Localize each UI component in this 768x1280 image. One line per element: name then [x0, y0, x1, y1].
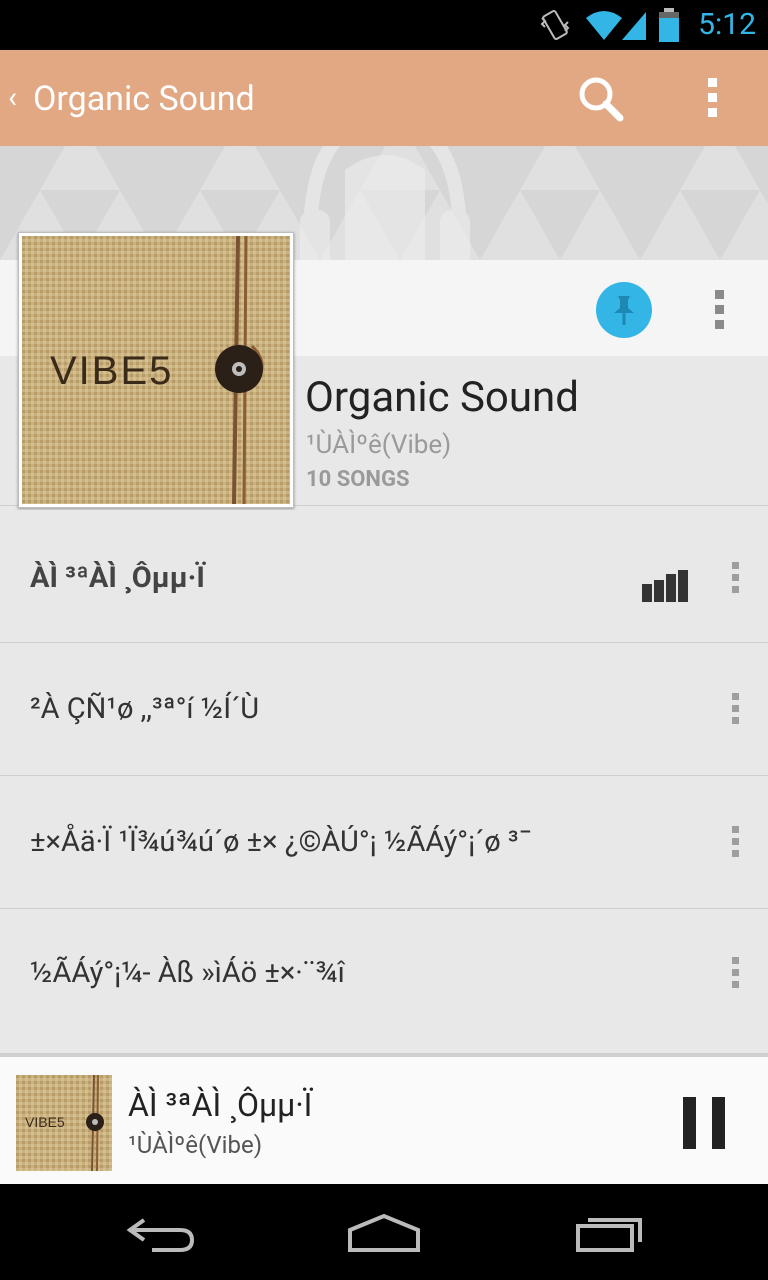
track-title: ½ÃÁý°¡¼- Àß »ìÁö ±×·¨¾î: [30, 956, 345, 990]
now-playing-bar[interactable]: VIBE5 ÀÌ ³ªÀÌ ¸Ôµµ·Ï ¹ÙÀÌºê(Vibe): [0, 1054, 768, 1184]
navigation-bar: [0, 1184, 768, 1280]
track-overflow-menu-icon[interactable]: [732, 826, 740, 862]
now-playing-equalizer-icon: [642, 570, 688, 602]
track-overflow-menu-icon[interactable]: [732, 562, 740, 598]
now-playing-title: ÀÌ ³ªÀÌ ¸Ôµµ·Ï: [128, 1086, 313, 1124]
status-bar: 5:12: [0, 0, 768, 50]
album-song-count: 10 SONGS: [306, 467, 410, 492]
wifi-icon: [586, 11, 622, 40]
pin-icon: [614, 296, 634, 325]
track-title: ²À ÇÑ¹ø ,,³ª°í ½Í´Ù: [30, 692, 260, 726]
thumb-art-text: VIBE5: [25, 1114, 65, 1130]
pause-icon: [683, 1097, 696, 1149]
now-playing-artist: ¹ÙÀÌºê(Vibe): [128, 1131, 263, 1159]
track-overflow-menu-icon[interactable]: [732, 693, 740, 729]
album-title: Organic Sound: [305, 373, 579, 422]
album-art-text: VIBE5: [50, 349, 173, 393]
pause-button[interactable]: [683, 1097, 725, 1149]
pin-button[interactable]: [596, 282, 652, 338]
signal-icon: [622, 12, 646, 40]
track-title: ÀÌ ³ªÀÌ ¸Ôµµ·Ï: [30, 561, 205, 595]
status-time: 5:12: [698, 7, 756, 42]
album-artist: ¹ÙÀÌºê(Vibe): [306, 430, 452, 460]
album-art: VIBE5: [22, 235, 290, 505]
back-nav-icon[interactable]: [122, 1208, 198, 1256]
overflow-menu-icon[interactable]: [708, 78, 717, 122]
vibrate-icon: [540, 9, 570, 41]
track-row[interactable]: ½ÃÁý°¡¼- Àß »ìÁö ±×·¨¾î: [0, 909, 768, 1054]
recents-nav-icon[interactable]: [574, 1208, 646, 1256]
now-playing-album-art[interactable]: VIBE5: [16, 1075, 112, 1171]
track-row[interactable]: ÀÌ ³ªÀÌ ¸Ôµµ·Ï: [0, 510, 768, 643]
track-title: ±×Åä·Ï ¹Ï¾ú¾ú´ø ±× ¿©ÀÚ°¡ ½ÃÁý°¡´ø ³¯: [30, 825, 532, 859]
track-overflow-menu-icon[interactable]: [732, 957, 740, 993]
home-nav-icon[interactable]: [344, 1208, 424, 1256]
back-caret-icon[interactable]: ‹: [8, 80, 17, 116]
action-bar: ‹ Organic Sound: [0, 50, 768, 146]
search-icon[interactable]: [576, 74, 626, 124]
album-cover[interactable]: VIBE5: [18, 232, 294, 508]
action-bar-title[interactable]: Organic Sound: [33, 77, 255, 121]
track-row[interactable]: ²À ÇÑ¹ø ,,³ª°í ½Í´Ù: [0, 643, 768, 776]
album-overflow-menu-icon[interactable]: [715, 290, 724, 334]
track-row[interactable]: ±×Åä·Ï ¹Ï¾ú¾ú´ø ±× ¿©ÀÚ°¡ ½ÃÁý°¡´ø ³¯: [0, 776, 768, 909]
battery-icon: [659, 8, 679, 42]
